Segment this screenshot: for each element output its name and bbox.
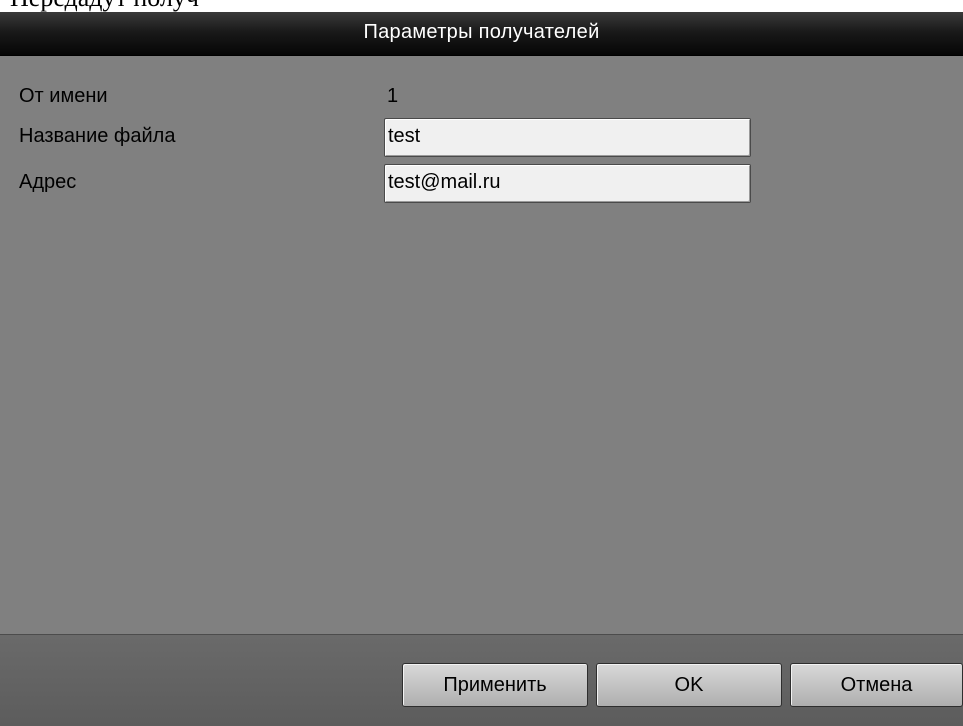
dialog-titlebar: Параметры получателей (0, 12, 963, 56)
dialog-title: Параметры получателей (363, 21, 600, 43)
screenshot: Передадут получ Параметры получателей От… (0, 0, 963, 726)
cancel-button[interactable]: Отмена (790, 663, 963, 707)
dialog-footer: Применить OK Отмена (0, 634, 963, 726)
recipient-settings-dialog: Параметры получателей От имени 1 Названи… (0, 12, 963, 726)
filename-field[interactable]: test (384, 118, 751, 157)
filename-label: Название файла (19, 125, 176, 147)
address-field[interactable]: test@mail.ru (384, 164, 751, 203)
ok-button[interactable]: OK (596, 663, 782, 707)
sender-label: От имени (19, 85, 108, 107)
address-label: Адрес (19, 171, 77, 193)
sender-value: 1 (387, 85, 399, 107)
apply-button[interactable]: Применить (402, 663, 588, 707)
